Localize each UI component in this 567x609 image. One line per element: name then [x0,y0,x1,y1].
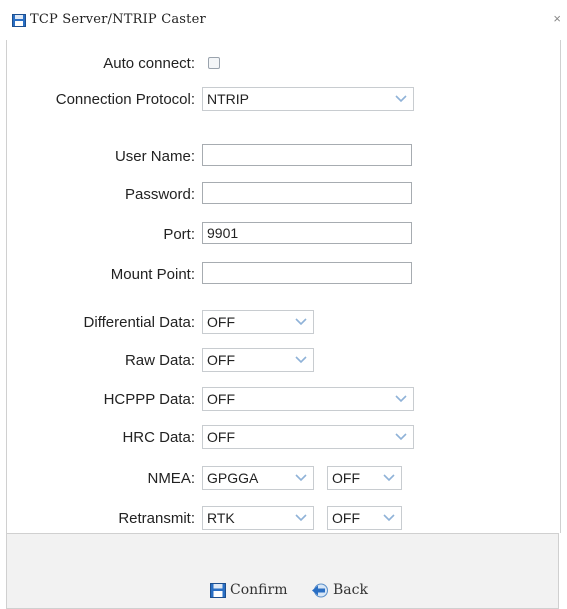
chevron-down-icon [295,514,307,522]
connection-protocol-select[interactable]: NTRIP [202,87,414,111]
retransmit-rate-value: OFF [332,510,360,526]
floppy-disk-icon [12,14,26,27]
hcppp-data-value: OFF [207,391,235,407]
form-area: Auto connect: Connection Protocol: NTRIP… [6,40,561,533]
chevron-down-icon [295,474,307,482]
back-arrow-icon [312,583,328,597]
auto-connect-checkbox[interactable] [208,57,220,69]
chevron-down-icon [395,433,407,441]
port-label: Port: [163,226,195,243]
floppy-disk-icon [210,582,226,598]
differential-data-row: Differential Data: OFF [7,310,560,336]
chevron-down-icon [395,395,407,403]
connection-protocol-value: NTRIP [207,91,249,107]
port-row: Port: 9901 [7,222,560,248]
dialog-footer: Confirm Back [6,533,559,609]
nmea-label: NMEA: [147,470,195,487]
chevron-down-icon [395,95,407,103]
retransmit-label: Retransmit: [118,510,195,527]
chevron-down-icon [383,514,395,522]
close-icon[interactable]: × [553,11,561,26]
raw-data-select[interactable]: OFF [202,348,314,372]
dialog-title: TCP Server/NTRIP Caster [30,12,206,27]
back-label: Back [333,582,368,598]
user-name-field[interactable] [202,144,412,166]
nmea-rate-value: OFF [332,470,360,486]
retransmit-row: Retransmit: RTK OFF [7,506,560,532]
retransmit-type-select[interactable]: RTK [202,506,314,530]
differential-data-value: OFF [207,314,235,330]
mount-point-row: Mount Point: [7,262,560,288]
raw-data-row: Raw Data: OFF [7,348,560,374]
hrc-data-row: HRC Data: OFF [7,425,560,451]
confirm-label: Confirm [230,582,288,598]
raw-data-label: Raw Data: [124,352,195,369]
chevron-down-icon [295,356,307,364]
auto-connect-row: Auto connect: [7,51,560,77]
mount-point-field[interactable] [202,262,412,284]
nmea-type-select[interactable]: GPGGA [202,466,314,490]
connection-protocol-label: Connection Protocol: [55,91,195,108]
differential-data-select[interactable]: OFF [202,310,314,334]
hcppp-data-row: HCPPP Data: OFF [7,387,560,413]
back-button[interactable]: Back [311,580,368,600]
port-field[interactable]: 9901 [202,222,412,244]
nmea-row: NMEA: GPGGA OFF [7,466,560,492]
chevron-down-icon [383,474,395,482]
chevron-down-icon [295,318,307,326]
hcppp-data-select[interactable]: OFF [202,387,414,411]
confirm-button[interactable]: Confirm [210,580,287,600]
nmea-rate-select[interactable]: OFF [327,466,402,490]
tcp-server-dialog: TCP Server/NTRIP Caster × Auto connect: … [0,0,567,609]
connection-protocol-row: Connection Protocol: NTRIP [7,87,560,113]
hrc-data-value: OFF [207,429,235,445]
hrc-data-label: HRC Data: [122,429,195,446]
differential-data-label: Differential Data: [83,314,195,331]
password-field[interactable] [202,182,412,204]
title-bar: TCP Server/NTRIP Caster × [0,0,567,40]
password-row: Password: [7,182,560,208]
hcppp-data-label: HCPPP Data: [103,391,195,408]
hrc-data-select[interactable]: OFF [202,425,414,449]
user-name-label: User Name: [114,148,195,165]
nmea-type-value: GPGGA [207,470,259,486]
raw-data-value: OFF [207,352,235,368]
retransmit-rate-select[interactable]: OFF [327,506,402,530]
retransmit-type-value: RTK [207,510,235,526]
password-label: Password: [124,186,195,203]
auto-connect-label: Auto connect: [103,55,195,72]
mount-point-label: Mount Point: [110,266,195,283]
user-name-row: User Name: [7,144,560,170]
